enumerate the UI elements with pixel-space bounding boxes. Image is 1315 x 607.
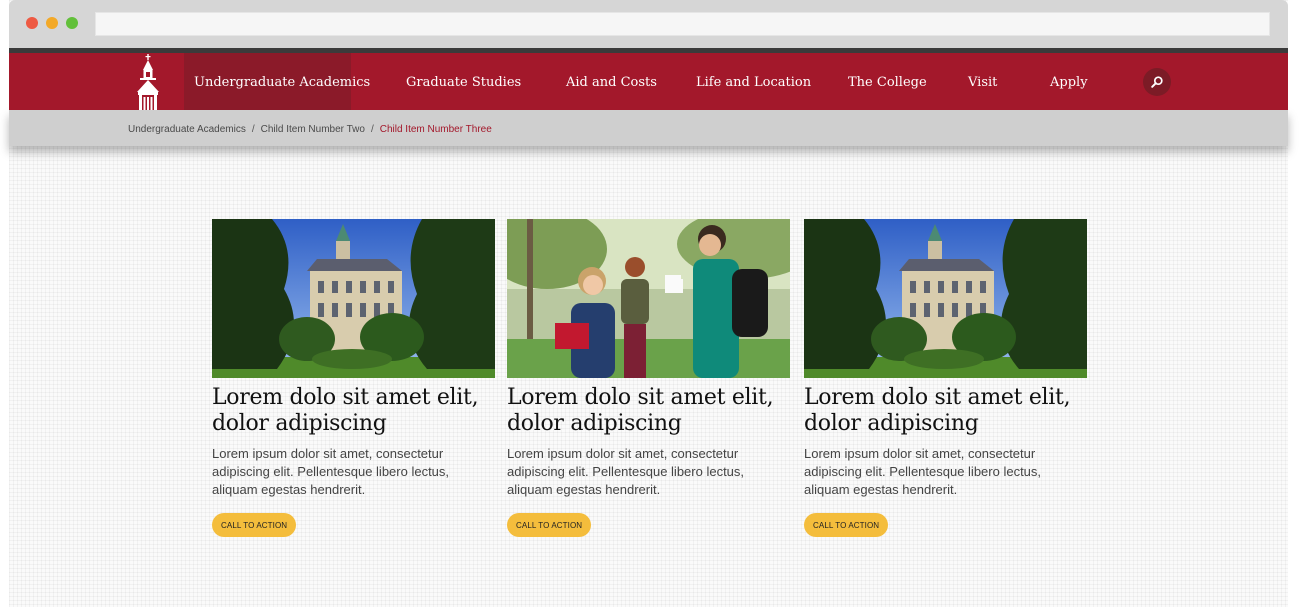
nav-aid-and-costs[interactable]: Aid and Costs	[566, 53, 657, 110]
nav-the-college[interactable]: The College	[848, 53, 927, 110]
content-card: Lorem dolo sit amet elit, dolor adipisci…	[507, 219, 790, 537]
browser-chrome	[9, 0, 1288, 48]
card-body: Lorem ipsum dolor sit amet, consectetur …	[212, 446, 450, 497]
students-walking-image[interactable]	[507, 219, 790, 378]
breadcrumb: Undergraduate Academics / Child Item Numbe…	[128, 124, 492, 135]
call-to-action-button[interactable]: CALL TO ACTION	[212, 513, 297, 537]
breadcrumb-current: Child Item Number Three	[379, 124, 492, 135]
campus-building-image[interactable]	[804, 219, 1087, 378]
card-title: Lorem dolo sit amet elit, dolor adipisci…	[804, 385, 1071, 436]
breadcrumb-separator: /	[251, 124, 255, 135]
call-to-action-button[interactable]: CALL TO ACTION	[804, 513, 889, 537]
nav-life-and-location[interactable]: Life and Location	[696, 53, 811, 110]
address-bar[interactable]	[95, 12, 1270, 36]
content-card: Lorem dolo sit amet elit, dolor adipisci…	[804, 219, 1087, 537]
window-minimize-button[interactable]	[46, 17, 58, 29]
window-maximize-button[interactable]	[66, 17, 78, 29]
search-button[interactable]	[1143, 68, 1171, 96]
browser-window: Undergraduate Academics Graduate Studies…	[9, 0, 1288, 607]
nav-apply[interactable]: Apply	[1050, 53, 1088, 110]
breadcrumb-item-undergraduate-academics[interactable]: Undergraduate Academics	[128, 124, 246, 135]
card-body: Lorem ipsum dolor sit amet, consectetur …	[804, 446, 1042, 497]
card-body: Lorem ipsum dolor sit amet, consectetur …	[507, 446, 745, 497]
nav-visit[interactable]: Visit	[968, 53, 997, 110]
card-title: Lorem dolo sit amet elit, dolor adipisci…	[507, 385, 774, 436]
bell-tower-icon	[137, 54, 159, 110]
content-card: Lorem dolo sit amet elit, dolor adipisci…	[212, 219, 495, 537]
breadcrumb-item-child-two[interactable]: Child Item Number Two	[261, 124, 365, 135]
call-to-action-button[interactable]: CALL TO ACTION	[507, 513, 592, 537]
nav-undergraduate-academics[interactable]: Undergraduate Academics	[184, 53, 370, 110]
search-icon	[1151, 76, 1163, 88]
breadcrumb-separator: /	[370, 124, 374, 135]
nav-graduate-studies[interactable]: Graduate Studies	[406, 53, 521, 110]
college-logo[interactable]	[126, 53, 170, 110]
campus-building-image[interactable]	[212, 219, 495, 378]
main-navigation: Undergraduate Academics Graduate Studies…	[9, 53, 1288, 110]
card-title: Lorem dolo sit amet elit, dolor adipisci…	[212, 385, 479, 436]
breadcrumb-bar: Undergraduate Academics / Child Item Numbe…	[9, 110, 1288, 146]
window-close-button[interactable]	[26, 17, 38, 29]
